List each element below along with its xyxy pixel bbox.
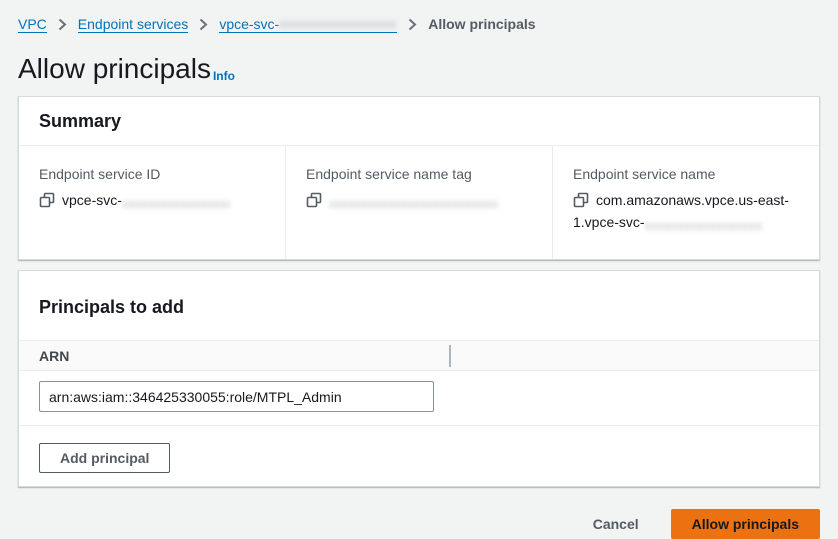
summary-grid: Endpoint service ID vpce-svc-xxxxxxxxxxx… [19,146,819,259]
chevron-right-icon [199,18,208,31]
field-value: vpce-svc-xxxxxxxxxxxxxxxxxxxxxxxxxxxxxxx… [39,189,265,211]
breadcrumb-current: Allow principals [428,16,535,32]
principals-card: Principals to add ARN Add principal [18,270,820,487]
copy-icon[interactable] [39,192,55,208]
arn-input-row [19,371,819,426]
summary-field-endpoint-service-name: Endpoint service name com.amazonaws.vpce… [552,146,819,259]
arn-input[interactable] [39,381,434,412]
redacted-text: xxxxxxxxxxxxxxxxxxxxxxxxxxxxxxxx [329,193,497,211]
cancel-button[interactable]: Cancel [573,509,659,539]
field-label: Endpoint service name [573,164,799,184]
field-value: xxxxxxxxxxxxxxxxxxxxxxxxxxxxxxxx [306,189,532,211]
principals-card-header: Principals to add [19,271,819,340]
field-label: Endpoint service name tag [306,164,532,184]
breadcrumb: VPC Endpoint services vpce-svc-xxxxxxxxx… [18,14,820,34]
copy-icon[interactable] [573,192,589,208]
page-title: Allow principals [18,52,211,86]
redacted-text: xxxxxxxxxxxxxxxxxxxxxxxxxxxxxxxx [122,193,230,211]
page-title-row: Allow principals Info [18,50,820,86]
chevron-right-icon [58,18,67,31]
copy-icon[interactable] [306,192,322,208]
add-principal-row: Add principal [19,426,819,486]
field-label: Endpoint service ID [39,164,265,184]
principals-table-header: ARN [19,340,819,371]
summary-title: Summary [39,110,799,132]
summary-card: Summary Endpoint service ID vpce-svc-xxx… [18,96,820,260]
redacted-text: xxxxxxxxxxxxxxxxxxxxxxxxxxxxxxxx [645,215,763,233]
breadcrumb-link-endpoint-services[interactable]: Endpoint services [78,16,189,33]
field-value: com.amazonaws.vpce.us-east-1.vpce-svc-xx… [573,189,799,233]
info-link[interactable]: Info [213,69,235,86]
allow-principals-button[interactable]: Allow principals [671,509,820,539]
field-value-text: vpce-svc- [62,192,122,208]
breadcrumb-link-service-id[interactable]: vpce-svc-xxxxxxxxxxxxxxxxxxxxxxxxxxxxxxx… [219,16,397,33]
redacted-text: xxxxxxxxxxxxxxxxxxxxxxxxxxxxxxxx [279,16,397,32]
arn-column-header: ARN [39,348,449,364]
breadcrumb-link-vpc[interactable]: VPC [18,16,47,33]
summary-field-endpoint-service-name-tag: Endpoint service name tag xxxxxxxxxxxxxx… [285,146,552,259]
summary-field-endpoint-service-id: Endpoint service ID vpce-svc-xxxxxxxxxxx… [19,146,285,259]
breadcrumb-service-id-prefix: vpce-svc- [219,16,279,32]
column-resize-handle[interactable] [449,345,451,367]
footer-actions: Cancel Allow principals [18,509,820,539]
chevron-right-icon [408,18,417,31]
allow-principals-page: VPC Endpoint services vpce-svc-xxxxxxxxx… [0,0,838,539]
principals-title: Principals to add [39,296,799,318]
summary-card-header: Summary [19,97,819,146]
add-principal-button[interactable]: Add principal [39,443,170,473]
